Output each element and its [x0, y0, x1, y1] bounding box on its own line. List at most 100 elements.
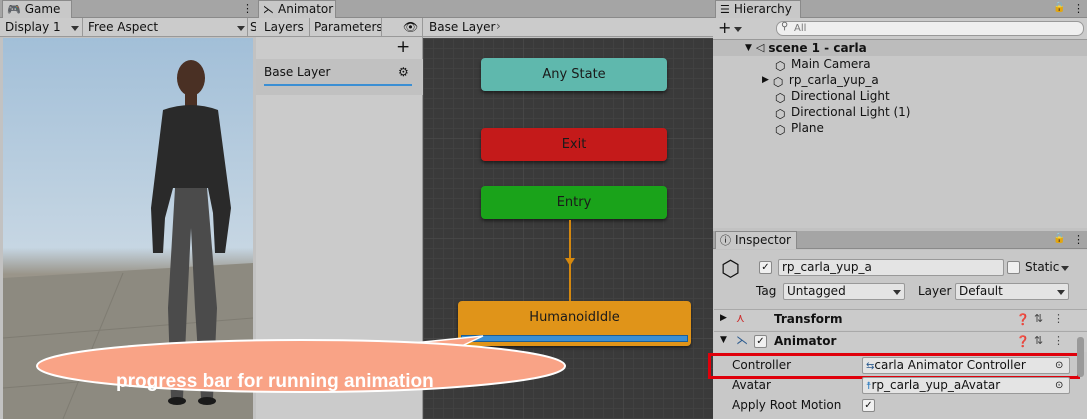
more-options-icon[interactable]: ⋮	[1053, 334, 1064, 347]
avatar-value: rp_carla_yup_aAvatar	[871, 378, 1001, 392]
node-any-state[interactable]: Any State	[481, 58, 667, 91]
hierarchy-item-label: Main Camera	[791, 57, 871, 71]
more-options-icon[interactable]: ⋮	[242, 2, 253, 15]
hierarchy-item-label: Directional Light (1)	[791, 105, 911, 119]
tab-parameters[interactable]: Parameters	[314, 18, 383, 37]
game-tab[interactable]: 🎮 Game	[2, 0, 72, 18]
hierarchy-item[interactable]: ⬡ Main Camera	[775, 56, 871, 73]
search-icon: ⚲	[781, 21, 789, 32]
callout-text: progress bar for running animation	[116, 371, 434, 392]
chevron-down-icon	[734, 27, 742, 32]
inspector-tab-label: Inspector	[735, 233, 791, 247]
apply-root-motion-checkbox[interactable]: ✓	[862, 399, 875, 412]
layer-label: Layer	[918, 284, 952, 298]
inspector-scrollbar[interactable]	[1077, 337, 1084, 377]
breadcrumb[interactable]: Base Layer	[429, 18, 496, 37]
lock-icon[interactable]: 🔒	[1053, 233, 1065, 244]
expand-arrow-icon[interactable]: ▼	[745, 40, 752, 56]
tag-label: Tag	[756, 284, 777, 298]
inspector-tab[interactable]: ⓘ Inspector	[715, 231, 797, 249]
divider	[381, 18, 382, 37]
game-tabbar: 🎮 Game ⋮	[0, 0, 256, 18]
apply-root-motion-label: Apply Root Motion	[732, 398, 842, 412]
help-icon[interactable]: ❓	[1016, 335, 1030, 348]
cube-icon: ⬡	[775, 123, 786, 137]
animator-tab-label: Animator	[278, 2, 334, 16]
transform-icon: ⋏	[736, 311, 745, 325]
tab-layers[interactable]: Layers	[264, 18, 304, 37]
add-object-button[interactable]: +	[718, 18, 731, 37]
gameobject-cube-icon: ⬡	[721, 257, 741, 282]
animator-toolbar: Layers Parameters 👁 Base Layer ›	[256, 18, 713, 37]
animator-component-header[interactable]: ▼ ⋋ ✓ Animator ❓ ⇅ ⋮	[714, 331, 1087, 352]
search-placeholder: All	[794, 23, 807, 34]
layer-weight-bar	[264, 84, 412, 86]
gear-icon[interactable]: ⚙	[398, 65, 409, 79]
hierarchy-item[interactable]: ▶ ⬡ rp_carla_yup_a	[762, 72, 879, 89]
hierarchy-item-label: Directional Light	[791, 89, 890, 103]
node-entry[interactable]: Entry	[481, 186, 667, 219]
preset-icon[interactable]: ⇅	[1034, 312, 1043, 325]
layer-dropdown[interactable]: Default	[955, 283, 1069, 300]
node-exit-label: Exit	[561, 137, 587, 152]
layer-item-base[interactable]: Base Layer ⚙	[256, 59, 423, 95]
node-exit[interactable]: Exit	[481, 128, 667, 161]
add-layer-button[interactable]: +	[396, 37, 410, 57]
cube-icon: ⬡	[772, 75, 784, 89]
tag-value: Untagged	[787, 284, 846, 298]
help-icon[interactable]: ❓	[1016, 313, 1030, 326]
hierarchy-item[interactable]: ⬡ Directional Light (1)	[775, 104, 911, 121]
avatar-field[interactable]: ☨rp_carla_yup_aAvatar ⊙	[862, 377, 1070, 394]
divider	[82, 18, 83, 37]
aspect-dropdown[interactable]: Free Aspect	[88, 18, 158, 37]
transition-arrow[interactable]	[563, 220, 577, 302]
divider	[247, 18, 248, 37]
eye-icon[interactable]: 👁	[403, 20, 418, 34]
animator-label: Animator	[774, 334, 837, 348]
animator-enabled-checkbox[interactable]: ✓	[754, 335, 767, 348]
chevron-down-icon	[71, 26, 79, 31]
node-idle-label: HumanoidIdle	[529, 310, 620, 325]
expand-arrow-icon[interactable]: ▶	[762, 72, 769, 88]
avatar-label: Avatar	[732, 378, 771, 392]
more-options-icon[interactable]: ⋮	[1053, 312, 1064, 325]
transform-header[interactable]: ▶ ⋏ Transform ❓ ⇅ ⋮	[714, 309, 1087, 330]
hierarchy-item[interactable]: ⬡ Directional Light	[775, 88, 890, 105]
lock-icon[interactable]: 🔒	[1053, 2, 1065, 13]
more-options-icon[interactable]: ⋮	[1073, 2, 1084, 15]
transform-label: Transform	[774, 312, 843, 326]
animator-tab[interactable]: ⋋ Animator	[258, 0, 336, 18]
object-picker-icon[interactable]: ⊙	[1055, 378, 1063, 393]
expand-arrow-icon[interactable]: ▶	[720, 313, 727, 323]
divider	[309, 18, 310, 37]
divider	[422, 18, 423, 37]
expand-arrow-icon[interactable]: ▼	[720, 335, 727, 345]
node-any-state-label: Any State	[542, 67, 606, 82]
display-dropdown[interactable]: Display 1	[5, 18, 61, 37]
static-label: Static	[1025, 260, 1060, 274]
cube-icon: ⬡	[775, 91, 786, 105]
more-options-icon[interactable]: ⋮	[1073, 233, 1084, 246]
search-input[interactable]: ⚲ All	[776, 21, 1084, 36]
hierarchy-tabbar: ☰ Hierarchy 🔒 ⋮	[713, 0, 1087, 18]
chevron-down-icon[interactable]	[1061, 266, 1069, 271]
hierarchy-item-label: rp_carla_yup_a	[788, 73, 879, 87]
hierarchy-tab-label: Hierarchy	[733, 2, 792, 16]
preset-icon[interactable]: ⇅	[1034, 334, 1043, 347]
layer-value: Default	[959, 284, 1003, 298]
object-name-field[interactable]: rp_carla_yup_a	[778, 259, 1004, 276]
scene-header[interactable]: ▼ ◁ scene 1 - carla	[745, 40, 867, 56]
layer-item-label: Base Layer	[264, 65, 331, 79]
hierarchy-item-label: Plane	[791, 121, 824, 135]
active-checkbox[interactable]: ✓	[759, 261, 772, 274]
static-checkbox[interactable]	[1007, 261, 1020, 274]
game-toolbar: Display 1 Free Aspect S	[0, 18, 258, 37]
hierarchy-tab[interactable]: ☰ Hierarchy	[715, 0, 801, 18]
tag-dropdown[interactable]: Untagged	[783, 283, 905, 300]
hierarchy-item[interactable]: ⬡ Plane	[775, 120, 824, 137]
scene-name: scene 1 - carla	[768, 41, 867, 55]
animator-icon: ⋋	[736, 333, 748, 347]
cube-icon: ⬡	[775, 59, 786, 73]
inspector-tabbar: ⓘ Inspector 🔒 ⋮	[713, 231, 1087, 249]
animator-icon: ⋋	[263, 3, 274, 16]
